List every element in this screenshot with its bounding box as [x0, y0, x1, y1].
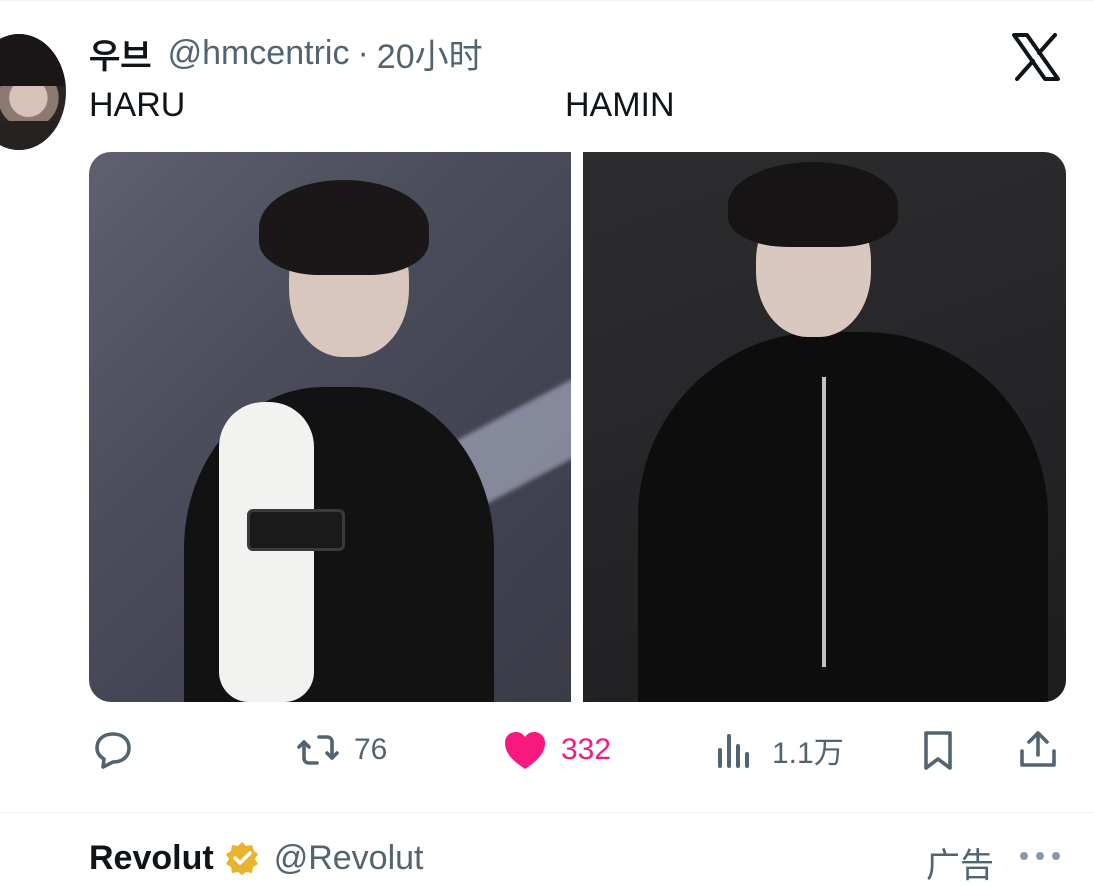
verified-badge-icon — [225, 842, 258, 875]
right-person-body — [638, 332, 1048, 702]
author-handle[interactable]: @hmcentric — [168, 34, 350, 73]
tweet-author-line: 우브 @hmcentric · 20小时 — [89, 30, 483, 76]
like-count: 332 — [561, 733, 612, 766]
top-divider — [0, 0, 1094, 1]
avatar-shirt — [0, 121, 66, 150]
author-avatar[interactable] — [0, 34, 66, 150]
tweet-divider — [0, 812, 1094, 813]
bookmark-button[interactable] — [914, 718, 962, 782]
retweet-icon — [297, 735, 339, 765]
ad-label: 广告 — [926, 847, 994, 885]
reply-button[interactable] — [89, 718, 137, 782]
next-author-handle[interactable]: @Revolut — [274, 839, 424, 878]
caption-right: HAMIN — [565, 86, 675, 124]
author-name[interactable]: 우브 — [89, 29, 152, 78]
separator-dot: · — [357, 33, 369, 72]
tweet-media-grid[interactable] — [89, 152, 1066, 702]
views-count: 1.1万 — [772, 737, 844, 770]
post-time[interactable]: 20小时 — [377, 29, 483, 78]
left-person-hair — [259, 180, 429, 275]
retweet-button[interactable]: 76 — [294, 718, 387, 782]
like-button[interactable]: 332 — [501, 718, 611, 782]
left-person-white-sleeve — [219, 402, 314, 702]
reply-icon — [95, 732, 131, 769]
views-chart-icon — [718, 734, 749, 768]
right-photo[interactable] — [583, 152, 1066, 702]
left-photo[interactable] — [89, 152, 571, 702]
avatar-hair — [0, 34, 66, 87]
caption-left: HARU — [89, 86, 186, 124]
share-button[interactable] — [1014, 718, 1062, 782]
right-person-hair — [728, 162, 898, 247]
share-icon — [1020, 731, 1056, 767]
next-author-name[interactable]: Revolut — [89, 839, 214, 878]
tweet-actions: 76 332 1.1万 — [0, 718, 1094, 782]
x-logo-icon[interactable] — [1011, 33, 1061, 81]
more-icon[interactable] — [1018, 846, 1062, 866]
bookmark-icon — [924, 731, 952, 770]
views-button[interactable]: 1.1万 — [712, 718, 844, 782]
heart-icon — [505, 732, 545, 769]
left-person-armband — [247, 509, 345, 551]
right-person-zipper — [822, 377, 826, 667]
retweet-count: 76 — [354, 733, 388, 766]
